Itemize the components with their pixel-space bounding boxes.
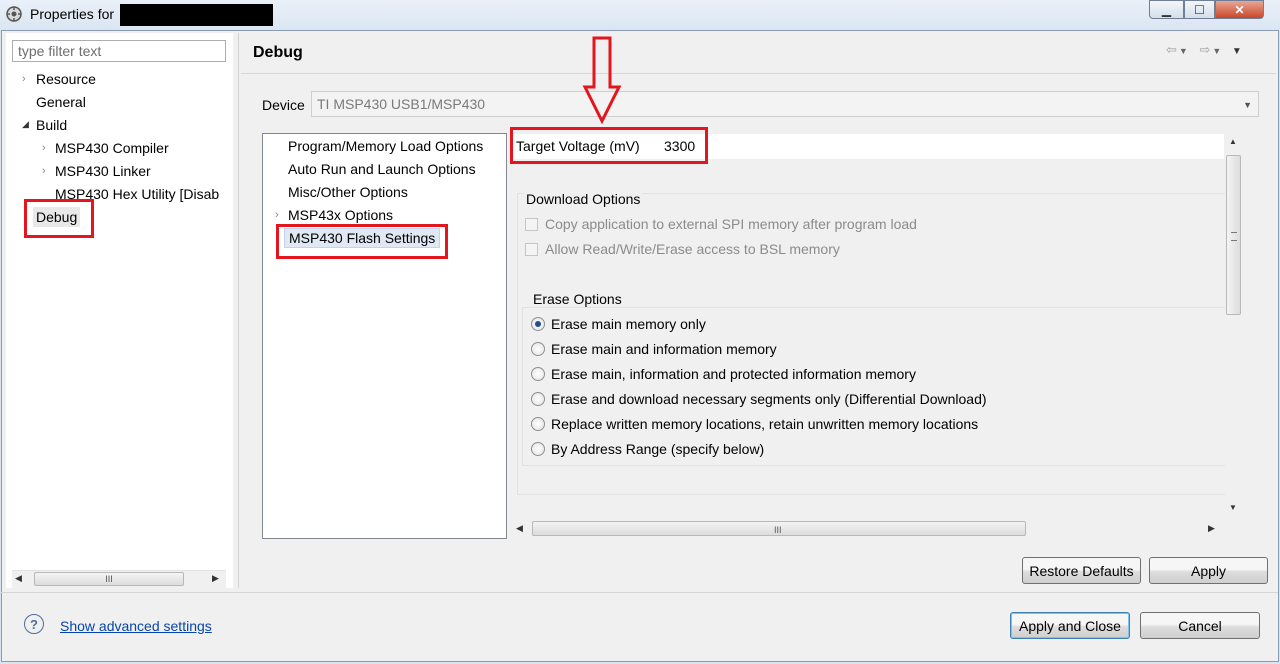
apply-button[interactable]: Apply	[1149, 557, 1268, 584]
tree-twisty-linker[interactable]: ›	[42, 165, 46, 177]
help-icon[interactable]: ?	[24, 614, 44, 634]
left-horizontal-scrollbar[interactable]: ◀ III ▶	[12, 570, 226, 588]
show-advanced-settings-link[interactable]: Show advanced settings	[60, 618, 212, 634]
filter-input[interactable]: type filter text	[12, 40, 226, 62]
page-title: Debug	[253, 44, 303, 61]
device-label: Device	[262, 97, 305, 113]
category-twisty-msp43x[interactable]: ›	[275, 209, 279, 221]
grip-icon	[1231, 232, 1237, 241]
close-button[interactable]: ✕	[1215, 0, 1264, 19]
tree-item-msp430-compiler[interactable]: MSP430 Compiler	[55, 140, 169, 156]
radio-label: Erase and download necessary segments on…	[551, 391, 987, 407]
scroll-left-icon[interactable]: ◀	[516, 523, 523, 534]
category-auto-run-launch[interactable]: Auto Run and Launch Options	[288, 161, 476, 177]
back-arrow-icon[interactable]: ⇦	[1166, 42, 1179, 57]
minimize-button[interactable]: ▁	[1149, 0, 1184, 19]
radio-button[interactable]	[531, 442, 545, 456]
scroll-up-icon[interactable]: ▲	[1229, 137, 1237, 146]
vertical-scroll-thumb[interactable]	[1226, 155, 1241, 315]
tree-item-resource[interactable]: Resource	[36, 71, 96, 87]
radio-button[interactable]	[531, 417, 545, 431]
radio-erase-main-info[interactable]: Erase main and information memory	[531, 341, 777, 357]
dropdown-icon[interactable]: ▼	[1212, 46, 1223, 56]
page-navigation: ⇦▼ ⇨▼ ▼	[1166, 42, 1244, 58]
radio-erase-main-info-protected[interactable]: Erase main, information and protected in…	[531, 366, 916, 382]
download-options-title: Download Options	[524, 191, 643, 207]
tree-item-general[interactable]: General	[36, 94, 86, 110]
chevron-down-icon: ▼	[1243, 100, 1252, 110]
radio-button[interactable]	[531, 367, 545, 381]
radio-button[interactable]	[531, 342, 545, 356]
checkbox-label: Copy application to external SPI memory …	[545, 216, 917, 232]
forward-arrow-icon[interactable]: ⇨	[1199, 42, 1212, 57]
cancel-button[interactable]: Cancel	[1140, 612, 1260, 639]
restore-defaults-button[interactable]: Restore Defaults	[1022, 557, 1141, 584]
category-program-memory-load[interactable]: Program/Memory Load Options	[288, 138, 483, 154]
radio-button[interactable]	[531, 317, 545, 331]
dropdown-icon[interactable]: ▼	[1179, 46, 1190, 56]
category-msp43x-options[interactable]: MSP43x Options	[288, 207, 393, 223]
checkbox-box[interactable]	[525, 242, 538, 256]
radio-button[interactable]	[531, 392, 545, 406]
app-icon	[5, 5, 23, 23]
scroll-right-icon[interactable]: ▶	[1208, 523, 1215, 534]
redacted-project-name	[120, 4, 273, 26]
scroll-left-icon[interactable]: ◀	[15, 573, 22, 584]
erase-options-title: Erase Options	[531, 291, 624, 307]
checkbox-bsl-access[interactable]: Allow Read/Write/Erase access to BSL mem…	[525, 241, 840, 257]
radio-label: Replace written memory locations, retain…	[551, 416, 979, 432]
tree-item-build[interactable]: Build	[36, 117, 67, 133]
pane-divider[interactable]	[238, 33, 239, 588]
scroll-thumb[interactable]: III	[34, 572, 184, 586]
window-title: Properties for	[30, 6, 115, 22]
menu-icon[interactable]: ▼	[1232, 46, 1244, 57]
tree-item-msp430-linker[interactable]: MSP430 Linker	[55, 163, 151, 179]
annotation-box-debug	[24, 199, 94, 238]
annotation-box-target-voltage	[510, 127, 708, 164]
tree-twisty-compiler[interactable]: ›	[42, 142, 46, 154]
radio-label: By Address Range (specify below)	[551, 441, 765, 457]
apply-and-close-button[interactable]: Apply and Close	[1010, 612, 1130, 639]
radio-by-address-range[interactable]: By Address Range (specify below)	[531, 441, 764, 457]
annotation-down-arrow-icon	[582, 36, 622, 125]
horizontal-scroll-thumb[interactable]: III	[532, 521, 1026, 536]
scroll-right-icon[interactable]: ▶	[212, 573, 219, 584]
radio-replace-written[interactable]: Replace written memory locations, retain…	[531, 416, 978, 432]
annotation-box-flash-settings	[276, 224, 448, 259]
radio-label: Erase main, information and protected in…	[551, 366, 916, 382]
checkbox-label: Allow Read/Write/Erase access to BSL mem…	[545, 241, 840, 257]
grip-icon: III	[774, 525, 782, 535]
radio-erase-main-only[interactable]: Erase main memory only	[531, 316, 706, 332]
checkbox-box[interactable]	[525, 217, 538, 231]
checkbox-copy-to-spi[interactable]: Copy application to external SPI memory …	[525, 216, 917, 232]
maximize-button[interactable]: ☐	[1184, 0, 1215, 19]
device-select[interactable]: TI MSP430 USB1/MSP430 ▼	[311, 91, 1259, 117]
header-separator	[241, 73, 1276, 74]
tree-twisty-build[interactable]: ◢	[22, 119, 29, 130]
radio-differential-download[interactable]: Erase and download necessary segments on…	[531, 391, 987, 407]
radio-label: Erase main and information memory	[551, 341, 777, 357]
radio-label: Erase main memory only	[551, 316, 706, 332]
tree-twisty-resource[interactable]: ›	[22, 73, 26, 85]
device-value: TI MSP430 USB1/MSP430	[317, 96, 486, 112]
scroll-down-icon[interactable]: ▼	[1229, 503, 1237, 512]
category-misc-other[interactable]: Misc/Other Options	[288, 184, 408, 200]
footer-separator	[1, 592, 1278, 593]
